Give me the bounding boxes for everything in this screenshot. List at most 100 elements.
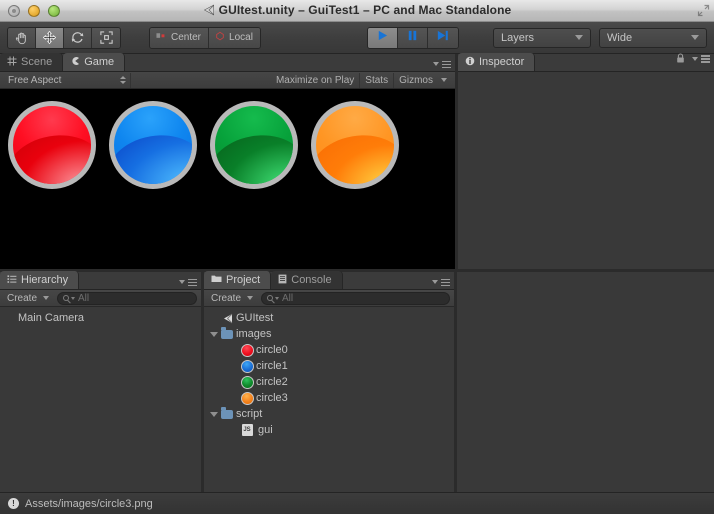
project-menu[interactable] (432, 278, 450, 286)
hierarchy-create-button[interactable]: Create (4, 293, 52, 304)
scale-icon (99, 30, 114, 45)
playback-controls (366, 26, 459, 49)
stats-toggle[interactable]: Stats (360, 72, 395, 88)
rotation-mode-label: Local (229, 32, 253, 43)
project-item-label: circle3 (256, 392, 288, 404)
hierarchy-panel: Hierarchy Create All Main Camera (0, 271, 201, 492)
game-panel: Scene Game Free Aspect Maximize on Play … (0, 53, 455, 269)
unity-editor-window: GUItest.unity – GuiTest1 – PC and Mac St… (0, 0, 714, 514)
tab-hierarchy-label: Hierarchy (21, 274, 69, 286)
tab-game[interactable]: Game (63, 53, 126, 71)
hierarchy-menu[interactable] (179, 278, 197, 286)
pause-button[interactable] (397, 27, 428, 48)
tab-hierarchy[interactable]: Hierarchy (0, 271, 80, 289)
gizmos-dropdown[interactable]: Gizmos (394, 73, 452, 88)
project-create-button[interactable]: Create (208, 293, 256, 304)
inspector-tab-controls[interactable] (676, 50, 710, 68)
tab-inspector-label: Inspector (479, 56, 525, 68)
rotate-tool-button[interactable] (64, 27, 92, 48)
rotate-icon (70, 30, 85, 45)
gamepad-icon (70, 56, 80, 69)
rotation-mode-button[interactable]: Local (209, 27, 260, 48)
step-button[interactable] (427, 27, 458, 48)
tab-project[interactable]: Project (204, 271, 272, 289)
project-item-circle0[interactable]: circle0 (204, 342, 454, 358)
project-item-label: images (236, 328, 272, 340)
project-item-circle2[interactable]: circle2 (204, 374, 454, 390)
layout-dropdown[interactable]: Wide (599, 27, 707, 48)
layers-dropdown[interactable]: Layers (493, 27, 591, 48)
maximize-on-play-toggle[interactable]: Maximize on Play (271, 72, 361, 88)
hierarchy-create-label: Create (7, 292, 38, 304)
lock-icon[interactable] (676, 50, 685, 68)
folder-icon (220, 327, 234, 339)
center-pivot-icon (156, 31, 167, 44)
project-item-images[interactable]: images (204, 326, 454, 342)
twisty-expanded-icon[interactable] (208, 331, 220, 337)
menu-icon (188, 278, 197, 286)
right-dock-empty (457, 272, 714, 492)
tab-scene[interactable]: Scene (0, 53, 64, 71)
project-item-circle1[interactable]: circle1 (204, 358, 454, 374)
game-panel-tabbar: Scene Game (0, 53, 455, 72)
chevron-down-icon (433, 62, 439, 67)
chevron-down-icon (575, 35, 583, 40)
project-search-placeholder: All (282, 292, 294, 304)
project-tree[interactable]: GUItest images circle0 circle1 circle2 c… (204, 307, 454, 492)
project-search-input[interactable]: All (261, 291, 450, 305)
transform-tools-group (7, 26, 121, 49)
project-item-label: circle1 (256, 360, 288, 372)
project-item-script[interactable]: script (204, 406, 454, 422)
tab-console[interactable]: Console (271, 271, 343, 289)
bottom-dock-row: Hierarchy Create All Main Camera Project… (0, 271, 714, 492)
hierarchy-tabbar: Hierarchy (0, 271, 201, 290)
tab-console-label: Console (291, 274, 332, 286)
hierarchy-tree[interactable]: Main Camera (0, 307, 201, 492)
aspect-ratio-label: Free Aspect (8, 74, 62, 86)
menu-icon (441, 278, 450, 286)
move-icon (42, 30, 57, 45)
project-item-label: gui (258, 424, 273, 436)
inspector-panel: Inspector (458, 53, 714, 269)
menu-icon (701, 55, 710, 63)
close-button[interactable] (8, 4, 20, 17)
project-item-guitest[interactable]: GUItest (204, 310, 454, 326)
console-icon (278, 274, 287, 287)
unity-scene-icon (220, 312, 234, 325)
minimize-button[interactable] (28, 4, 40, 17)
resize-handle[interactable] (697, 4, 710, 17)
hierarchy-item-main-camera[interactable]: Main Camera (0, 310, 201, 326)
tab-inspector[interactable]: Inspector (458, 53, 536, 71)
twisty-expanded-icon[interactable] (208, 411, 220, 417)
window-title-text: GUItest.unity – GuiTest1 – PC and Mac St… (218, 2, 512, 17)
aspect-ratio-dropdown[interactable]: Free Aspect (3, 72, 131, 88)
layers-dropdown-label: Layers (501, 31, 535, 44)
scale-tool-button[interactable] (92, 27, 120, 48)
hierarchy-search-placeholder: All (78, 292, 90, 304)
game-panel-menu[interactable] (433, 60, 451, 68)
play-button[interactable] (367, 27, 398, 48)
game-view-canvas[interactable] (0, 89, 455, 269)
hand-tool-button[interactable] (8, 27, 36, 48)
hierarchy-search-input[interactable]: All (57, 291, 197, 305)
project-item-gui[interactable]: JS gui (204, 422, 454, 438)
workspace: Scene Game Free Aspect Maximize on Play … (0, 53, 714, 514)
inspector-body (458, 72, 714, 269)
project-item-circle3[interactable]: circle3 (204, 390, 454, 406)
move-tool-button[interactable] (36, 27, 64, 48)
game-circle-1 (109, 101, 197, 189)
game-circle-3 (311, 101, 399, 189)
tab-scene-label: Scene (21, 56, 53, 68)
game-circle-0 (8, 101, 96, 189)
gizmos-label: Gizmos (399, 74, 433, 86)
js-script-icon: JS (240, 424, 254, 436)
unity-document-icon (203, 1, 215, 23)
play-icon (376, 29, 389, 47)
stats-label: Stats (365, 74, 389, 86)
maximize-button[interactable] (48, 4, 60, 17)
inspector-tabbar: Inspector (458, 53, 714, 72)
window-controls (8, 4, 60, 17)
chevron-down-icon (247, 296, 254, 300)
main-toolbar: Center Local Layers Wide (0, 22, 714, 54)
pivot-mode-button[interactable]: Center (150, 27, 210, 48)
